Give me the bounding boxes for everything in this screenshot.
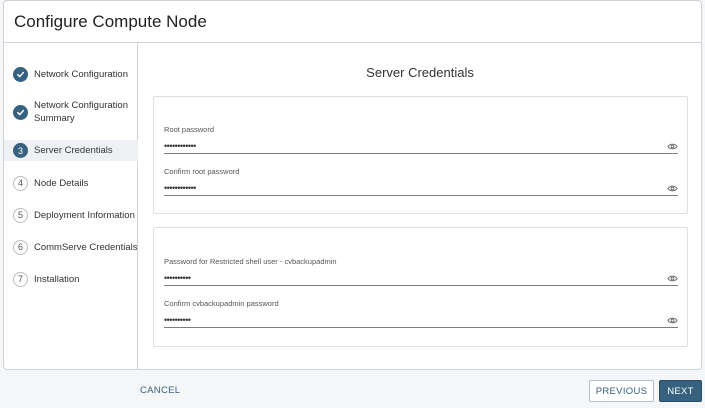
check-icon xyxy=(13,66,28,82)
step-label: Network Configuration Summary xyxy=(34,100,128,124)
confirm-root-password-field: Confirm root password •••••••••••• xyxy=(164,167,678,196)
wizard-steps: Network Configuration Network Configurat… xyxy=(4,43,138,369)
root-password-label: Root password xyxy=(164,125,215,134)
confirm-root-password-value: •••••••••••• xyxy=(164,182,196,193)
eye-icon[interactable] xyxy=(667,141,678,152)
restricted-password-input[interactable]: •••••••••• xyxy=(164,271,678,286)
eye-icon[interactable] xyxy=(667,273,678,284)
step-content: Server Credentials Root password •••••••… xyxy=(139,43,701,369)
step-number: 3 xyxy=(13,143,28,158)
check-icon xyxy=(13,104,28,120)
restricted-password-field: Password for Restricted shell user - cvb… xyxy=(164,257,678,286)
step-deployment-information[interactable]: 5 Deployment Information xyxy=(4,206,138,224)
step-number: 7 xyxy=(13,271,28,287)
restricted-shell-credentials-card: Password for Restricted shell user - cvb… xyxy=(153,227,688,347)
root-credentials-card: Root password •••••••••••• Confirm root … xyxy=(153,96,688,214)
confirm-root-password-label: Confirm root password xyxy=(164,167,240,176)
root-password-field: Root password •••••••••••• xyxy=(164,125,678,154)
step-number: 5 xyxy=(13,207,28,223)
step-label: CommServe Credentials xyxy=(34,241,138,253)
configure-compute-node-dialog: Configure Compute Node Network Configura… xyxy=(3,0,702,370)
eye-icon[interactable] xyxy=(667,183,678,194)
next-button[interactable]: NEXT xyxy=(659,380,702,402)
dialog-title: Configure Compute Node xyxy=(14,11,207,31)
step-label: Installation xyxy=(34,273,80,285)
step-server-credentials[interactable]: 3 Server Credentials xyxy=(4,140,138,161)
dialog-body: Network Configuration Network Configurat… xyxy=(4,43,701,369)
step-label: Node Details xyxy=(34,177,89,189)
confirm-restricted-password-value: •••••••••• xyxy=(164,314,191,325)
restricted-password-label: Password for Restricted shell user - cvb… xyxy=(164,257,337,266)
section-title: Server Credentials xyxy=(366,65,474,80)
eye-icon[interactable] xyxy=(667,315,678,326)
previous-button[interactable]: PREVIOUS xyxy=(589,380,654,402)
step-network-configuration-summary[interactable]: Network Configuration Summary xyxy=(4,98,138,126)
root-password-value: •••••••••••• xyxy=(164,140,196,151)
confirm-root-password-input[interactable]: •••••••••••• xyxy=(164,181,678,196)
step-installation[interactable]: 7 Installation xyxy=(4,270,138,288)
dialog-footer: CANCEL PREVIOUS NEXT xyxy=(0,370,705,408)
root-password-input[interactable]: •••••••••••• xyxy=(164,139,678,154)
step-label: Server Credentials xyxy=(34,145,113,156)
step-number: 4 xyxy=(13,175,28,191)
step-number: 6 xyxy=(13,239,28,255)
step-commserve-credentials[interactable]: 6 CommServe Credentials xyxy=(4,238,138,256)
dialog-header: Configure Compute Node xyxy=(4,1,701,43)
confirm-restricted-password-field: Confirm cvbackupadmin password •••••••••… xyxy=(164,299,678,328)
cancel-button[interactable]: CANCEL xyxy=(140,385,180,396)
restricted-password-value: •••••••••• xyxy=(164,272,191,283)
step-label: Deployment Information xyxy=(34,209,135,221)
confirm-restricted-password-label: Confirm cvbackupadmin password xyxy=(164,299,279,308)
confirm-restricted-password-input[interactable]: •••••••••• xyxy=(164,313,678,328)
step-network-configuration[interactable]: Network Configuration xyxy=(4,65,138,83)
step-label: Network Configuration xyxy=(34,68,128,80)
step-node-details[interactable]: 4 Node Details xyxy=(4,174,138,192)
